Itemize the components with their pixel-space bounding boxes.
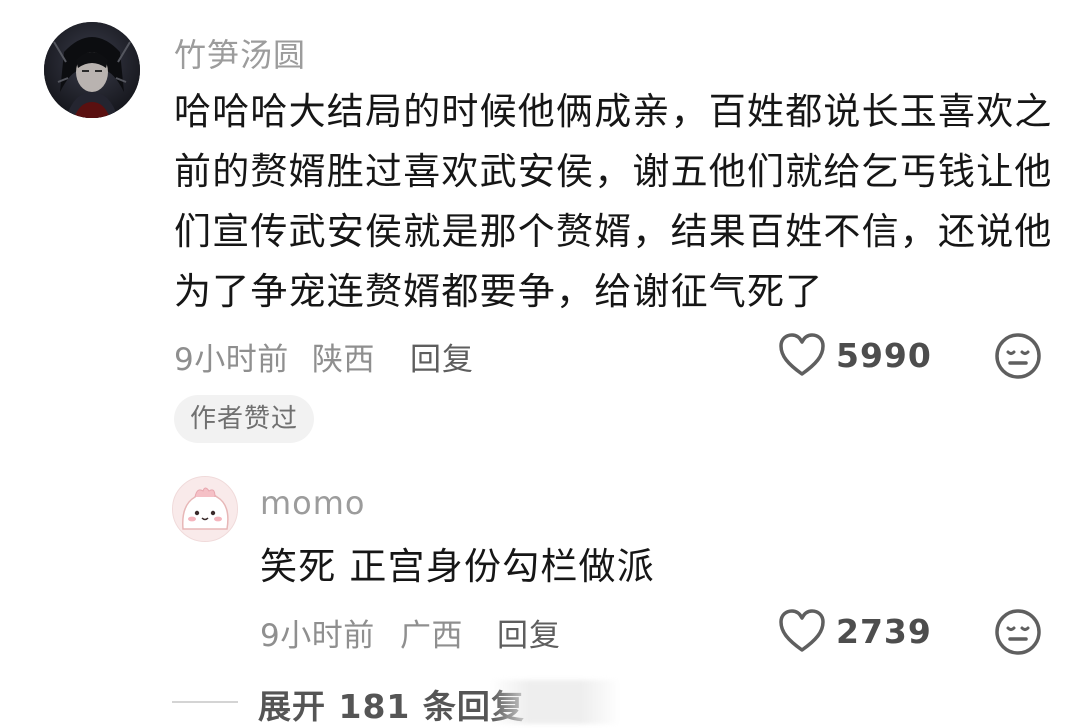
comment-time: 9小时前 (174, 342, 289, 378)
watermark-overlay (490, 680, 620, 724)
reply-username[interactable]: momo (260, 484, 366, 522)
comment-like-button[interactable] (778, 332, 826, 382)
reply-location: 广西 (400, 618, 463, 654)
expand-replies-button[interactable]: 展开 181 条回复 (258, 680, 525, 728)
commenter-username[interactable]: 竹笋汤圆 (174, 30, 306, 76)
comment-line-1: 哈哈哈大结局的时候他俩成亲，百姓都说长玉喜欢之 (174, 90, 1053, 133)
comment-line-3: 们宣传武安侯就是那个赘婿，结果百姓不信，还说他 (174, 210, 1053, 253)
reply-emoji-button[interactable] (994, 608, 1042, 660)
comment-line-4: 为了争宠连赘婿都要争，给谢征气死了 (174, 270, 824, 313)
reply-avatar[interactable] (172, 476, 238, 542)
comment-reply-button[interactable]: 回复 (410, 334, 474, 379)
comment-like-count: 5990 (836, 336, 932, 375)
commenter-avatar[interactable] (44, 22, 140, 118)
reply-reply-button[interactable]: 回复 (497, 610, 561, 655)
comment-emoji-button[interactable] (994, 332, 1042, 384)
reply-like-button[interactable] (778, 608, 826, 658)
pink-cartoon-avatar-icon (173, 477, 237, 541)
dark-character-avatar-icon (44, 22, 140, 118)
heart-outline-icon (779, 333, 825, 376)
meh-face-icon (995, 609, 1041, 655)
heart-outline-icon (779, 609, 825, 652)
author-liked-badge: 作者赞过 (174, 395, 315, 443)
comment-location: 陕西 (312, 342, 375, 378)
reply-text: 笑死 正宫身份勾栏做派 (260, 545, 655, 588)
reply-time: 9小时前 (260, 618, 375, 654)
expand-divider (172, 701, 238, 703)
comment-line-2: 前的赘婿胜过喜欢武安侯，谢五他们就给乞丐钱让他 (174, 150, 1053, 193)
reply-like-count: 2739 (836, 612, 932, 651)
meh-face-icon (995, 333, 1041, 379)
